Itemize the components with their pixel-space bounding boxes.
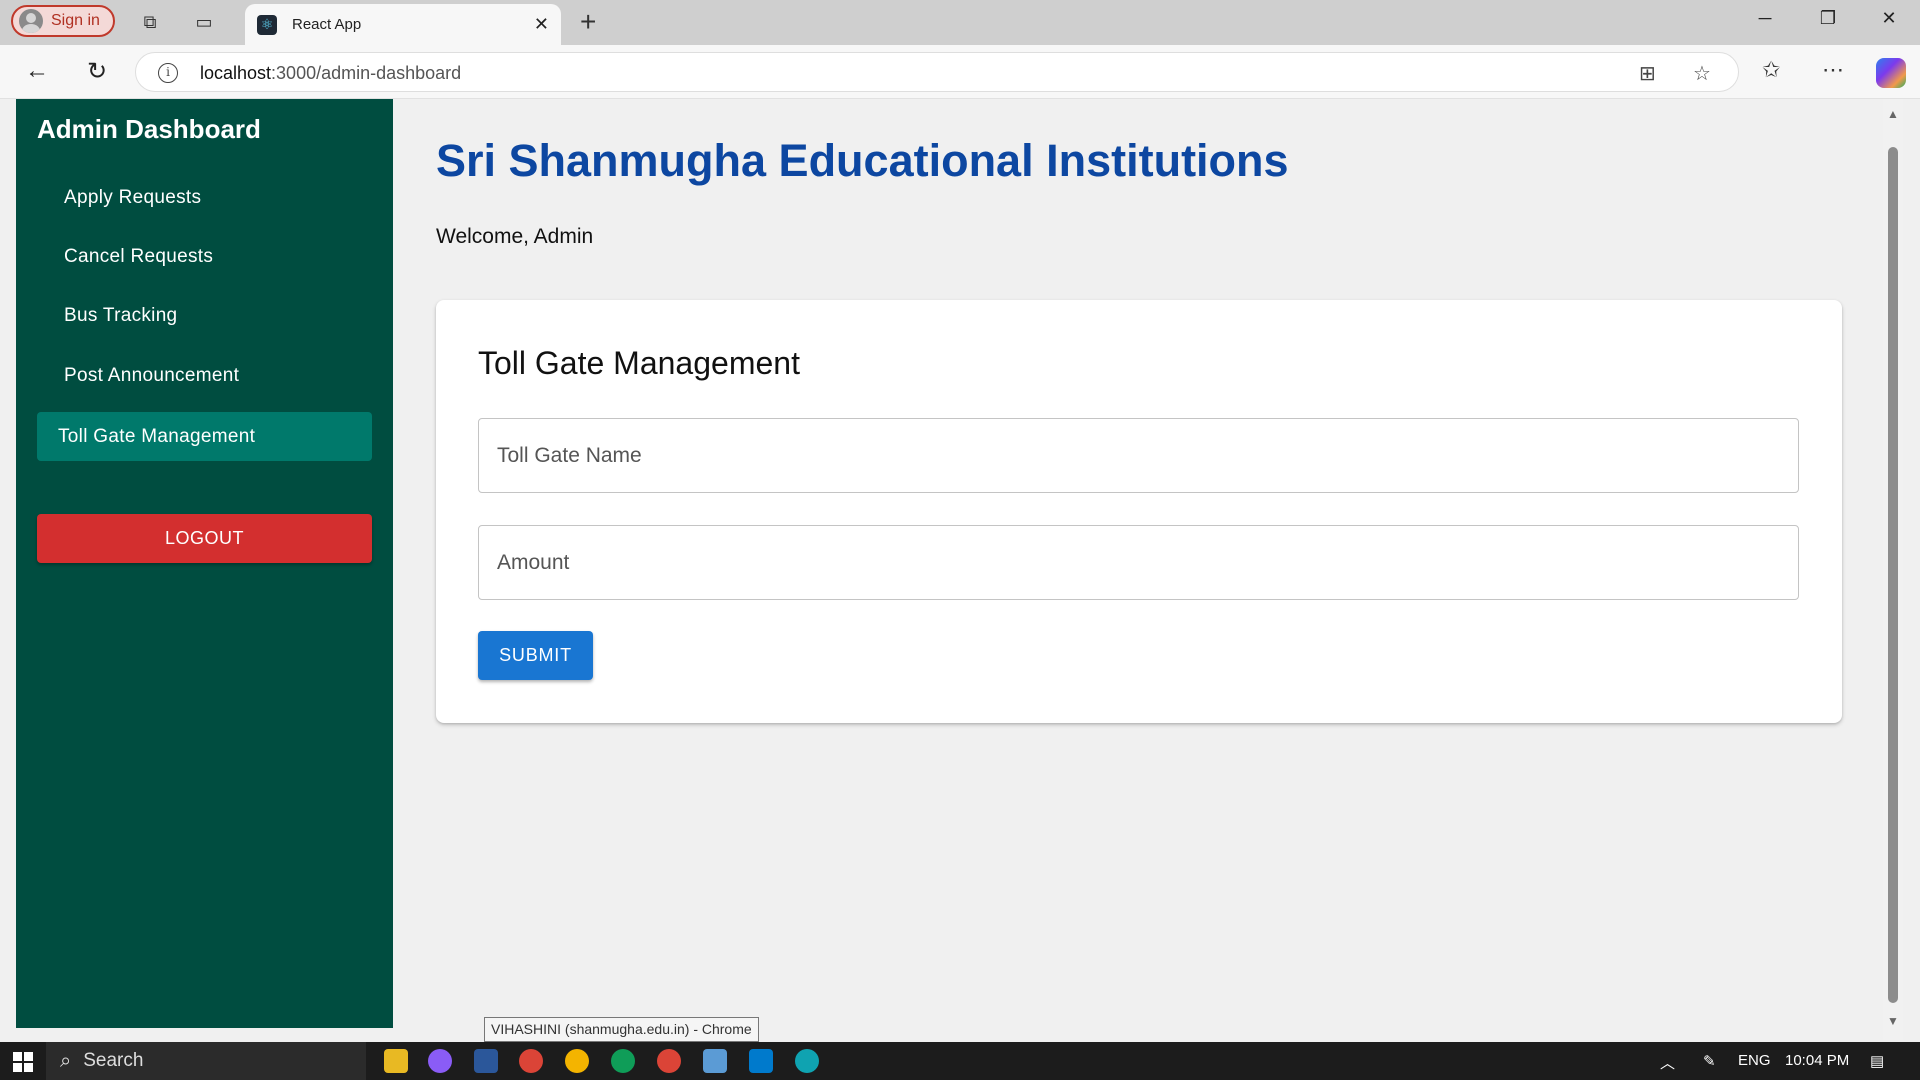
- toll-gate-name-field: [478, 418, 1799, 493]
- back-arrow-icon[interactable]: ←: [22, 57, 52, 85]
- page-scrollbar[interactable]: ▲ ▼: [1883, 99, 1903, 1040]
- profile-avatar-icon: [19, 9, 43, 33]
- amount-field: [478, 525, 1799, 600]
- copilot-icon[interactable]: [1876, 58, 1906, 88]
- language-indicator[interactable]: ENG: [1738, 1052, 1771, 1069]
- scroll-up-icon[interactable]: ▲: [1887, 107, 1899, 121]
- file-explorer-icon[interactable]: [384, 1049, 408, 1073]
- word-icon[interactable]: [474, 1049, 498, 1073]
- clock[interactable]: 10:04 PM: [1785, 1052, 1849, 1069]
- browser-toolbar: ← ↻ i localhost:3000/admin-dashboard ⊞ ☆…: [0, 45, 1920, 99]
- sidebar-item-apply-requests[interactable]: Apply Requests: [37, 173, 372, 222]
- edge-icon[interactable]: [795, 1049, 819, 1073]
- new-tab-icon[interactable]: +: [580, 6, 596, 38]
- sidebar-item-bus-tracking[interactable]: Bus Tracking: [37, 291, 372, 340]
- restore-icon[interactable]: ❐: [1813, 8, 1843, 29]
- sidebar-item-cancel-requests[interactable]: Cancel Requests: [37, 232, 372, 281]
- chrome-profile-3-icon[interactable]: [657, 1049, 681, 1073]
- sidebar-item-post-announcement[interactable]: Post Announcement: [37, 351, 372, 400]
- tab-title: React App: [292, 16, 362, 33]
- taskbar-search[interactable]: ⌕ Search: [46, 1042, 366, 1080]
- chrome-icon[interactable]: [519, 1049, 543, 1073]
- search-icon: ⌕: [60, 1049, 72, 1072]
- scroll-down-icon[interactable]: ▼: [1887, 1014, 1899, 1028]
- react-favicon-icon: ⚛: [257, 14, 277, 35]
- favorite-star-icon[interactable]: ☆: [1693, 61, 1711, 86]
- more-options-icon[interactable]: ⋯: [1822, 57, 1844, 83]
- scrollbar-thumb[interactable]: [1888, 147, 1898, 1003]
- browser-tab-active[interactable]: ⚛ React App ✕: [245, 4, 561, 45]
- url-text[interactable]: localhost:3000/admin-dashboard: [200, 63, 461, 84]
- sidebar-title: Admin Dashboard: [37, 114, 261, 144]
- refresh-icon[interactable]: ↻: [82, 57, 112, 86]
- chrome-profile-2-icon[interactable]: [611, 1049, 635, 1073]
- submit-button[interactable]: SUBMIT: [478, 631, 593, 680]
- workspaces-icon[interactable]: ⧉: [139, 11, 161, 33]
- taskbar-search-label: Search: [83, 1050, 144, 1071]
- signin-label: Sign in: [51, 12, 100, 29]
- vscode-icon[interactable]: [749, 1049, 773, 1073]
- url-path: :3000/admin-dashboard: [271, 63, 462, 83]
- windows-taskbar: ⌕ Search ︿ ✎ ENG 10:04 PM ▤: [0, 1042, 1920, 1080]
- pen-icon[interactable]: ✎: [1703, 1052, 1716, 1070]
- taskbar-hover-tooltip: VIHASHINI (shanmugha.edu.in) - Chrome: [484, 1017, 759, 1042]
- logout-button[interactable]: LOGOUT: [37, 514, 372, 563]
- page-viewport: Admin Dashboard Apply Requests Cancel Re…: [0, 99, 1920, 1040]
- profile-signin-button[interactable]: Sign in: [11, 5, 115, 37]
- notifications-icon[interactable]: ▤: [1870, 1052, 1884, 1070]
- browser-title-bar: Sign in ⧉ ▭ ⚛ React App ✕ + ─ ❐ ✕: [0, 0, 1920, 45]
- welcome-text: Welcome, Admin: [436, 225, 594, 248]
- favorites-list-icon[interactable]: ✩: [1762, 57, 1780, 83]
- app-available-icon[interactable]: ⊞: [1639, 61, 1656, 86]
- chrome-profile-icon[interactable]: [565, 1049, 589, 1073]
- tab-close-icon[interactable]: ✕: [534, 14, 549, 35]
- windows-start-icon[interactable]: [13, 1052, 33, 1072]
- site-info-icon[interactable]: i: [158, 63, 178, 83]
- sidebar-item-toll-gate-management[interactable]: Toll Gate Management: [37, 412, 372, 461]
- window-close-icon[interactable]: ✕: [1874, 8, 1904, 29]
- network-app-icon[interactable]: [703, 1049, 727, 1073]
- copilot-taskbar-icon[interactable]: [428, 1049, 452, 1073]
- card-title: Toll Gate Management: [478, 345, 800, 381]
- tray-chevron-icon[interactable]: ︿: [1660, 1052, 1675, 1073]
- amount-input[interactable]: [479, 526, 1798, 599]
- tab-actions-icon[interactable]: ▭: [193, 11, 215, 33]
- sidebar: Admin Dashboard Apply Requests Cancel Re…: [16, 99, 393, 1028]
- toll-gate-card: Toll Gate Management SUBMIT: [436, 300, 1842, 723]
- page-title: Sri Shanmugha Educational Institutions: [436, 135, 1289, 186]
- minimize-icon[interactable]: ─: [1750, 8, 1780, 29]
- toll-gate-name-input[interactable]: [479, 419, 1798, 492]
- url-host: localhost: [200, 63, 272, 83]
- address-bar[interactable]: i localhost:3000/admin-dashboard ⊞ ☆: [135, 52, 1739, 92]
